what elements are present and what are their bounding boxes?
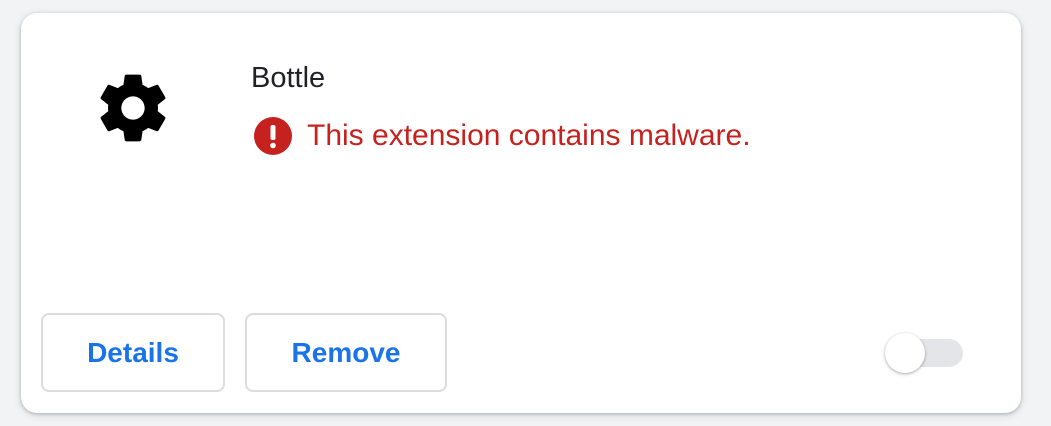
remove-button[interactable]: Remove — [245, 313, 447, 392]
extension-card: Bottle This extension contains malware. … — [21, 13, 1021, 413]
error-icon — [254, 117, 292, 155]
enable-toggle[interactable] — [885, 333, 963, 373]
details-button[interactable]: Details — [41, 313, 225, 392]
malware-warning: This extension contains malware. — [254, 117, 751, 155]
gear-icon — [93, 68, 173, 148]
warning-text: This extension contains malware. — [307, 119, 751, 152]
toggle-knob — [885, 333, 925, 373]
extension-name: Bottle — [251, 62, 326, 94]
